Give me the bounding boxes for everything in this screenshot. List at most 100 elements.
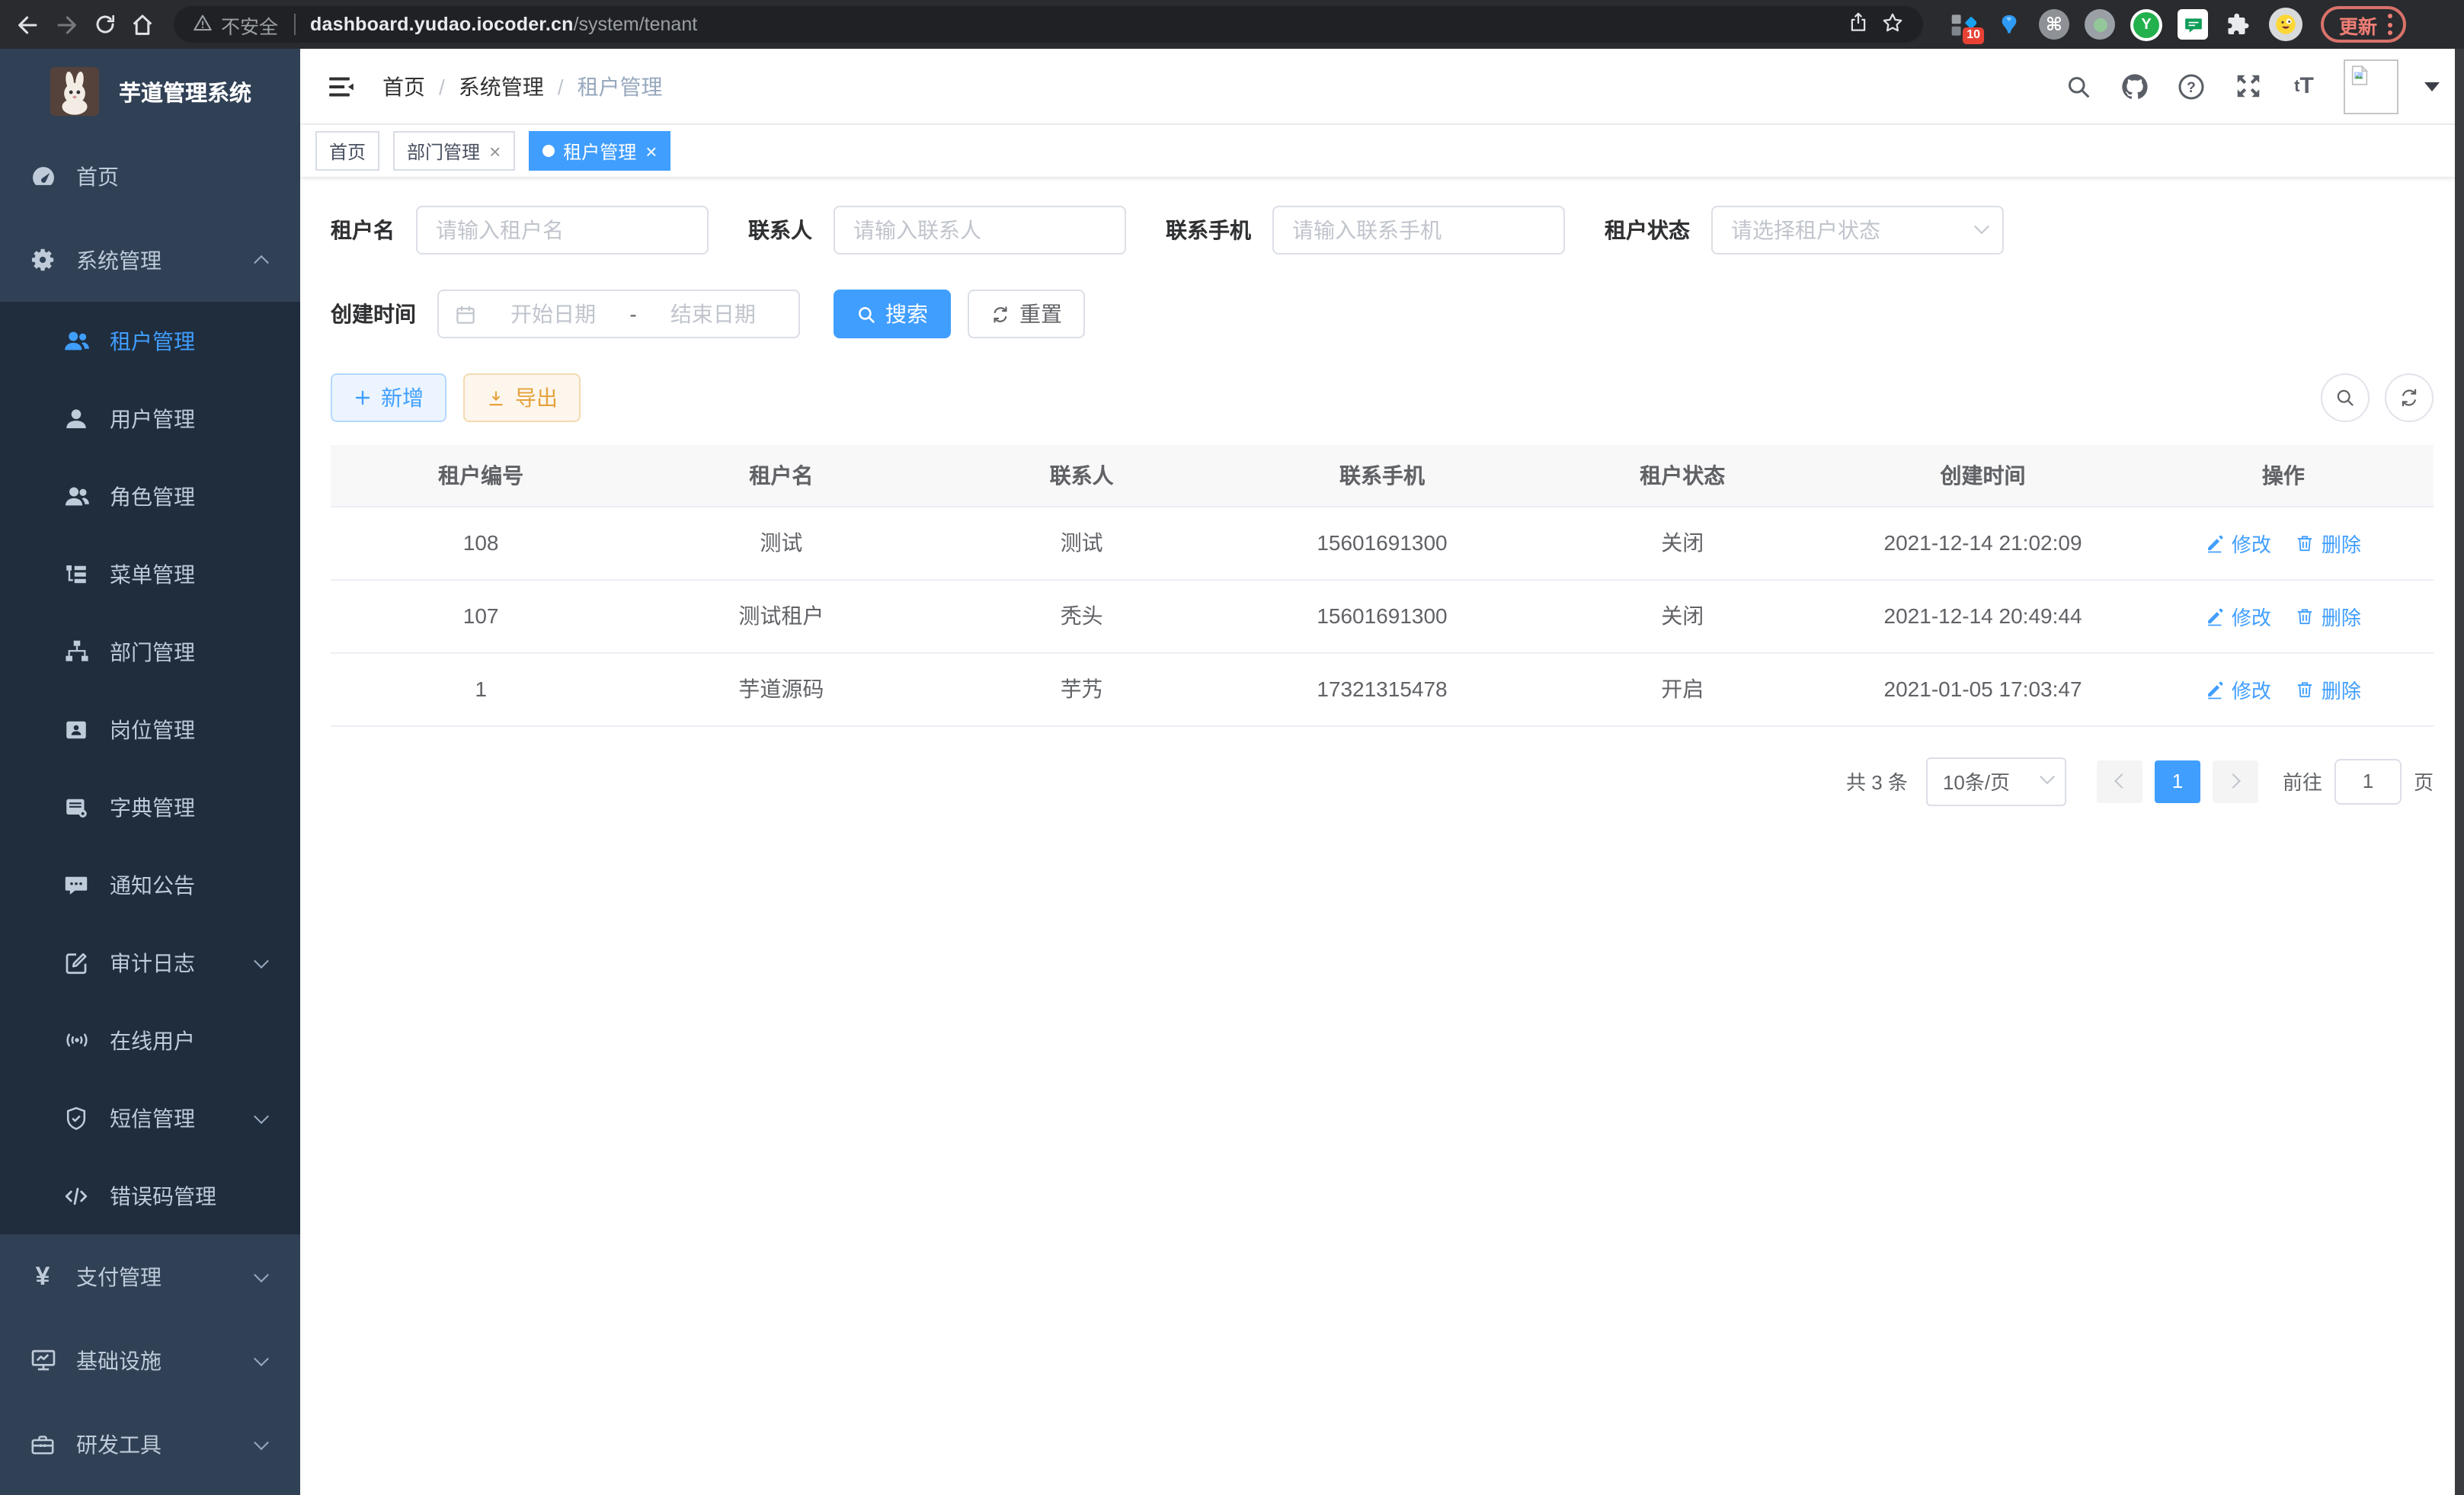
- help-icon[interactable]: ?: [2174, 69, 2208, 103]
- create-time-label: 创建时间: [331, 299, 416, 329]
- browser-home-icon[interactable]: [123, 5, 162, 43]
- tenant-icon: [61, 326, 91, 355]
- sidebar-item-infra[interactable]: 基础设施: [0, 1318, 300, 1402]
- page-size-select[interactable]: 10条/页: [1926, 757, 2066, 805]
- search-label: 搜索: [885, 299, 928, 329]
- extension-chat-icon[interactable]: [2178, 9, 2208, 40]
- chevron-down-icon: [1974, 218, 1989, 233]
- security-warning[interactable]: 不安全: [192, 10, 278, 39]
- end-date-field[interactable]: [643, 302, 783, 326]
- cell-status: 关闭: [1532, 506, 1832, 579]
- delete-link[interactable]: 删除: [2296, 601, 2361, 630]
- sidebar-item-label: 在线用户: [110, 1025, 195, 1055]
- share-icon[interactable]: [1847, 11, 1870, 38]
- font-size-icon[interactable]: tT: [2287, 69, 2321, 103]
- sidebar-item-devtool[interactable]: 研发工具: [0, 1402, 300, 1486]
- browser-toolbar: 不安全 dashboard.yudao.iocoder.cn/system/te…: [0, 0, 2464, 49]
- edit-link[interactable]: 修改: [2206, 601, 2271, 630]
- sidebar-item-dashboard[interactable]: 首页: [0, 134, 300, 218]
- browser-forward-icon[interactable]: [47, 5, 85, 43]
- add-button[interactable]: 新增: [331, 373, 446, 422]
- mobile-input[interactable]: [1272, 206, 1565, 255]
- goto-page-input[interactable]: [2334, 758, 2402, 804]
- start-date-field[interactable]: [483, 302, 623, 326]
- chevron-down-icon: [2040, 769, 2055, 784]
- tenant-name-field[interactable]: [436, 218, 689, 242]
- cell-status: 开启: [1532, 652, 1832, 725]
- fullscreen-icon[interactable]: [2231, 69, 2264, 103]
- column-header: 创建时间: [1832, 445, 2133, 506]
- extension-drop-icon[interactable]: [1993, 9, 2024, 40]
- url-path: /system/tenant: [574, 14, 698, 35]
- close-icon[interactable]: ×: [645, 141, 657, 161]
- edit-link[interactable]: 修改: [2206, 528, 2271, 557]
- sidebar-item-menu[interactable]: 菜单管理: [0, 535, 300, 613]
- reset-button[interactable]: 重置: [968, 290, 1085, 338]
- close-icon[interactable]: ×: [489, 141, 501, 161]
- current-page-button[interactable]: 1: [2155, 760, 2200, 802]
- contact-input[interactable]: [834, 206, 1126, 255]
- sidebar-item-online[interactable]: 在线用户: [0, 1001, 300, 1079]
- delete-link[interactable]: 删除: [2296, 674, 2361, 703]
- github-icon[interactable]: [2118, 69, 2152, 103]
- sidebar-item-dict[interactable]: 字典管理: [0, 768, 300, 846]
- breadcrumb-item[interactable]: 首页: [382, 71, 425, 101]
- browser-reload-icon[interactable]: [85, 5, 123, 43]
- contact-field[interactable]: [853, 218, 1106, 242]
- divider: [293, 14, 295, 35]
- sidebar-toggle-icon[interactable]: [325, 69, 358, 103]
- search-button[interactable]: 搜索: [834, 290, 951, 338]
- edit-link[interactable]: 修改: [2206, 674, 2271, 703]
- sidebar-item-pay[interactable]: ¥支付管理: [0, 1234, 300, 1318]
- extension-emoji-avatar[interactable]: [2269, 8, 2302, 41]
- header-search-icon[interactable]: [2062, 69, 2095, 103]
- sidebar-item-errcode[interactable]: 错误码管理: [0, 1157, 300, 1234]
- extension-command-icon[interactable]: ⌘: [2039, 9, 2069, 40]
- avatar-dropdown-icon[interactable]: [2424, 82, 2440, 91]
- sidebar-item-label: 用户管理: [110, 403, 195, 434]
- sidebar-item-sms[interactable]: 短信管理: [0, 1079, 300, 1157]
- sidebar-item-audit[interactable]: 审计日志: [0, 924, 300, 1001]
- breadcrumb-item[interactable]: 系统管理: [459, 71, 544, 101]
- sidebar-logo[interactable]: 芋道管理系统: [0, 49, 300, 134]
- prev-page-button[interactable]: [2097, 760, 2142, 802]
- sidebar-item-label: 部门管理: [110, 636, 195, 667]
- tab-租户管理[interactable]: 租户管理×: [528, 131, 670, 171]
- sidebar-item-user[interactable]: 用户管理: [0, 379, 300, 457]
- screen: 不安全 dashboard.yudao.iocoder.cn/system/te…: [0, 0, 2464, 1495]
- sidebar-item-label: 租户管理: [110, 325, 195, 356]
- extension-y-icon[interactable]: Y: [2130, 8, 2162, 40]
- update-button[interactable]: 更新: [2321, 6, 2406, 43]
- date-range-picker[interactable]: -: [437, 290, 800, 338]
- sidebar-item-gear[interactable]: 系统管理: [0, 218, 300, 302]
- extensions-row: 10 ⌘ Y: [1947, 8, 2302, 41]
- sidebar-item-notice[interactable]: 通知公告: [0, 846, 300, 924]
- sidebar-item-label: 通知公告: [110, 869, 195, 900]
- column-header: 租户名: [631, 445, 931, 506]
- sidebar-item-post[interactable]: 岗位管理: [0, 690, 300, 768]
- sidebar-item-role[interactable]: 角色管理: [0, 457, 300, 535]
- show-search-toggle-icon[interactable]: [2321, 373, 2370, 422]
- delete-link[interactable]: 删除: [2296, 528, 2361, 557]
- cell-contact: 芋艿: [932, 652, 1232, 725]
- avatar[interactable]: [2344, 59, 2398, 114]
- export-button[interactable]: 导出: [463, 373, 581, 422]
- sidebar-item-label: 岗位管理: [110, 714, 195, 744]
- mobile-field[interactable]: [1292, 218, 1545, 242]
- browser-menu-icon[interactable]: [2388, 14, 2392, 35]
- extension-puzzle-icon[interactable]: [2223, 9, 2254, 40]
- refresh-table-icon[interactable]: [2385, 373, 2434, 422]
- tab-部门管理[interactable]: 部门管理×: [393, 131, 514, 171]
- extension-dot-icon[interactable]: [2085, 9, 2115, 40]
- sidebar-item-dept[interactable]: 部门管理: [0, 613, 300, 690]
- status-select[interactable]: 请选择租户状态: [1711, 206, 2004, 255]
- sidebar-item-tenant[interactable]: 租户管理: [0, 302, 300, 379]
- url-text: dashboard.yudao.iocoder.cn/system/tenant: [310, 14, 697, 35]
- bookmark-star-icon[interactable]: [1880, 10, 1905, 39]
- url-bar[interactable]: 不安全 dashboard.yudao.iocoder.cn/system/te…: [174, 6, 1923, 43]
- extension-grid-icon[interactable]: 10: [1947, 9, 1978, 40]
- browser-back-icon[interactable]: [9, 5, 47, 43]
- tab-首页[interactable]: 首页: [315, 131, 379, 171]
- next-page-button[interactable]: [2213, 760, 2258, 802]
- tenant-name-input[interactable]: [416, 206, 709, 255]
